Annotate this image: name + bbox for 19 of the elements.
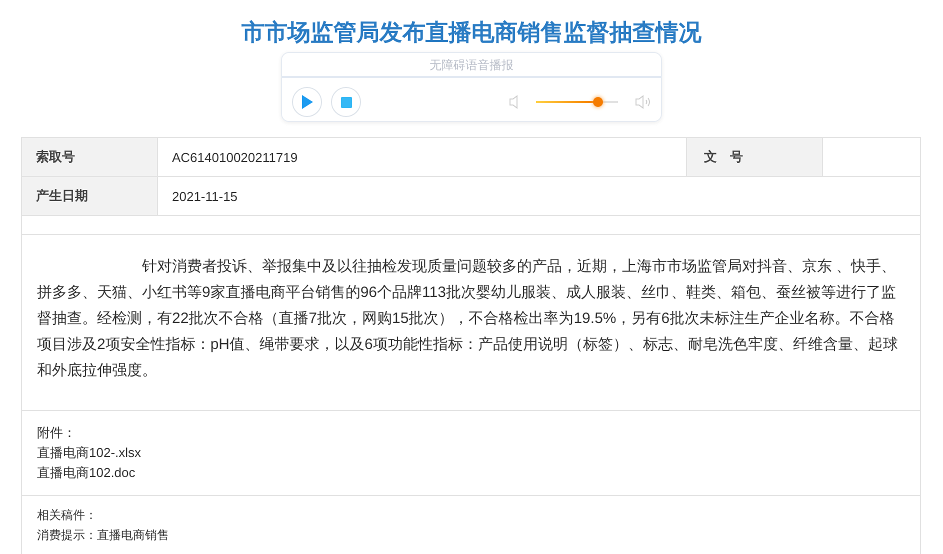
related-article-link[interactable]: 消费提示：直播电商销售 (37, 525, 169, 545)
stop-button[interactable] (331, 87, 361, 117)
field-value: 2021-11-15 (172, 188, 238, 204)
field-label: 产生日期 (36, 187, 88, 205)
attachment-link[interactable]: 直播电商102.doc (37, 463, 136, 483)
volume-low-icon (509, 95, 519, 109)
attachments-label: 附件： (37, 424, 76, 442)
field-label: 文 号 (704, 148, 743, 166)
field-label: 索取号 (36, 148, 75, 166)
player-header: 无障碍语音播报 (430, 58, 514, 72)
play-button[interactable] (292, 87, 322, 117)
play-icon (301, 95, 313, 109)
related-label: 相关稿件： (37, 507, 97, 524)
volume-high-icon (635, 95, 651, 109)
stop-icon (340, 96, 352, 108)
article-text: 针对消费者投诉、举报集中及以往抽检发现质量问题较多的产品，近期，上海市市场监管局对抖音、京东 、快手、拼多多、天猫、小红书等9家直播电商平台销售的96个品牌113批次婴幼儿服装、成人服装、丝巾、鞋类、箱包、蚕丝被等进行了监督抽查。经检测，有22批次不合格（直播7批次，网购15批次），不合格检出率为19.5%，另有6批次未标注生产企业名称。不合格项目涉及2项安全性指标：pH值、绳带要求，以及6项功能性指标：产品使用说明（标签）、标志、耐皂洗色牢度、纤维含量、起球和外底拉伸强度。 (22, 235, 920, 411)
field-value: AC614010020211719 (172, 150, 298, 164)
attachment-link[interactable]: 直播电商102-.xlsx (37, 443, 142, 463)
article-title: 市市场监管局发布直播电商销售监督抽查情况 (242, 18, 702, 47)
